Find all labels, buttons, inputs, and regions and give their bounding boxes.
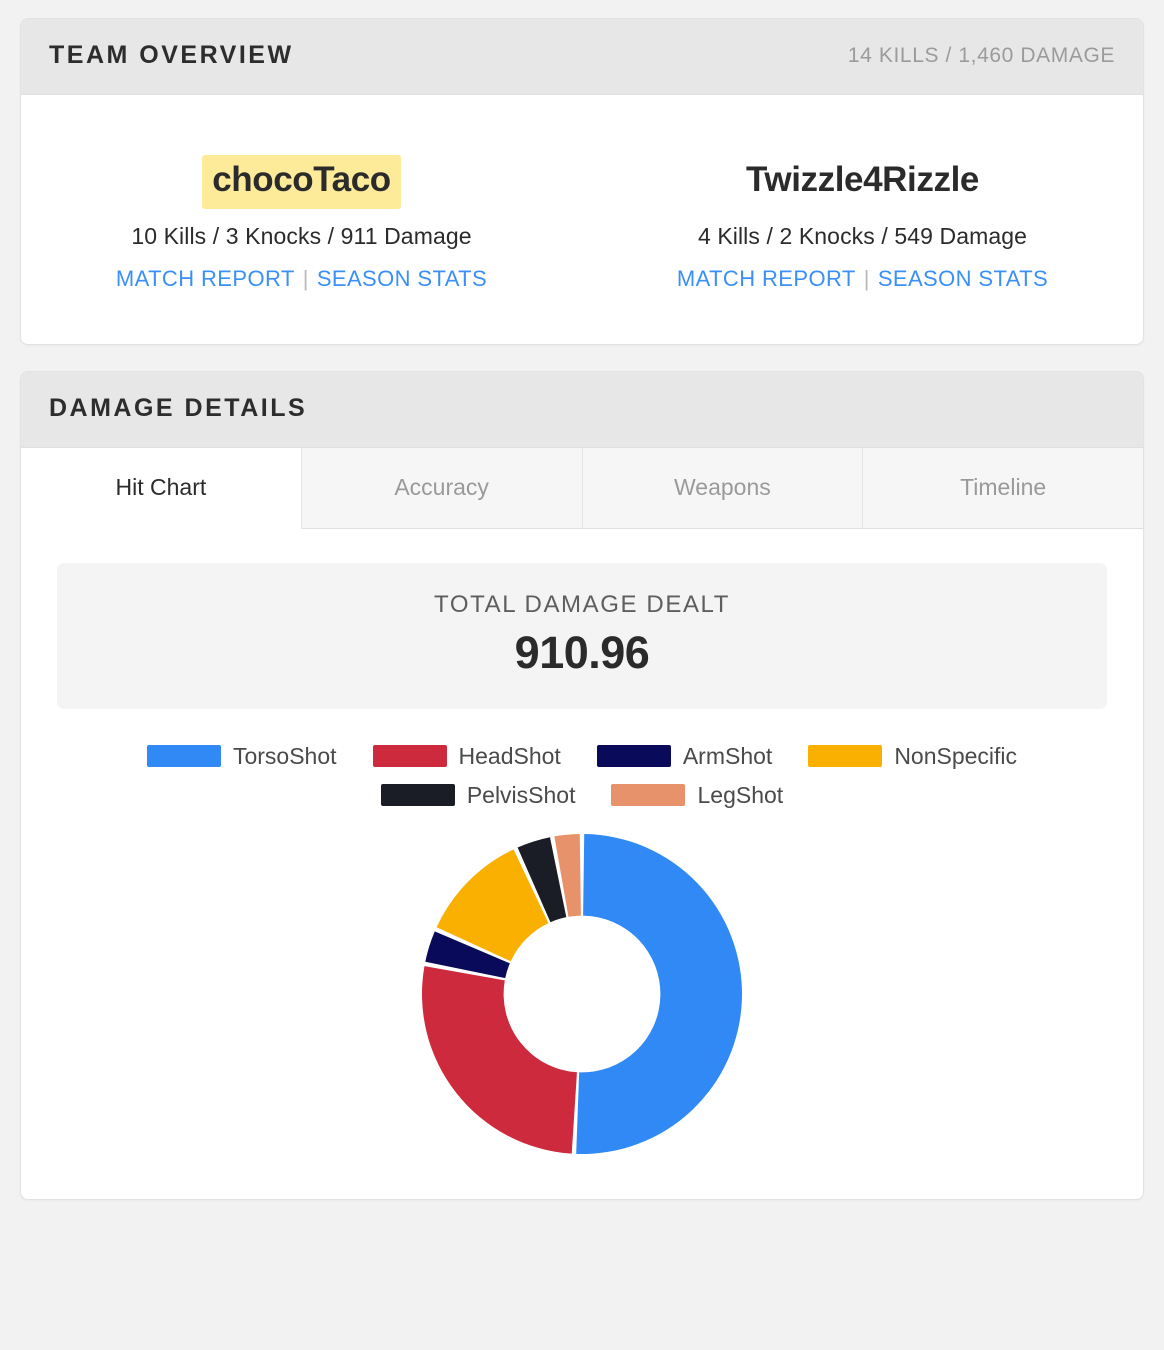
- player-name-wrap-1: chocoTaco: [45, 155, 558, 209]
- damage-details-header: DAMAGE DETAILS: [21, 371, 1143, 448]
- legend-row-2: PelvisShot LegShot: [132, 776, 1032, 815]
- team-overview-header: TEAM OVERVIEW 14 KILLS / 1,460 DAMAGE: [21, 19, 1143, 95]
- match-report-link-2[interactable]: MATCH REPORT: [677, 266, 856, 291]
- hit-chart-panel: TOTAL DAMAGE DEALT 910.96 TorsoShot Head…: [21, 528, 1143, 1199]
- legend-label-armshot: ArmShot: [682, 742, 773, 769]
- match-report-link-1[interactable]: MATCH REPORT: [116, 266, 295, 291]
- player-stats-2: 4 Kills / 2 Knocks / 549 Damage: [697, 222, 1028, 249]
- tab-accuracy[interactable]: Accuracy: [301, 447, 583, 528]
- damage-donut-chart: [422, 833, 743, 1154]
- legend-item-armshot[interactable]: ArmShot: [596, 742, 773, 770]
- legend-swatch-legshot-icon: [611, 784, 686, 807]
- legend-swatch-torsoshot-icon: [146, 745, 221, 768]
- legend-label-nonspecific: NonSpecific: [894, 742, 1018, 769]
- player-card-1: chocoTaco 10 Kills / 3 Knocks / 911 Dama…: [21, 155, 582, 292]
- legend-label-headshot: HeadShot: [458, 742, 561, 769]
- team-overview-card: TEAM OVERVIEW 14 KILLS / 1,460 DAMAGE ch…: [20, 18, 1144, 345]
- page-root: TEAM OVERVIEW 14 KILLS / 1,460 DAMAGE ch…: [0, 0, 1164, 1200]
- legend-row-1: TorsoShot HeadShot ArmShot NonSpecific: [132, 737, 1032, 776]
- season-stats-link-1[interactable]: SEASON STATS: [317, 266, 487, 291]
- player-links-2: MATCH REPORT | SEASON STATS: [606, 266, 1119, 292]
- tab-timeline[interactable]: Timeline: [863, 447, 1143, 528]
- player-stats-1: 10 Kills / 3 Knocks / 911 Damage: [131, 222, 472, 249]
- season-stats-link-2[interactable]: SEASON STATS: [878, 266, 1048, 291]
- legend-swatch-pelvisshot-icon: [380, 784, 455, 807]
- total-damage-value: 910.96: [514, 626, 650, 678]
- legend-label-torsoshot: TorsoShot: [232, 742, 337, 769]
- player-list: chocoTaco 10 Kills / 3 Knocks / 911 Dama…: [21, 95, 1143, 344]
- player-name-1: chocoTaco: [202, 155, 401, 209]
- total-damage-label: TOTAL DAMAGE DEALT: [434, 590, 730, 618]
- damage-details-card: DAMAGE DETAILS Hit Chart Accuracy Weapon…: [20, 370, 1144, 1200]
- legend-swatch-armshot-icon: [596, 745, 671, 768]
- player-name-2: Twizzle4Rizzle: [746, 160, 979, 199]
- tab-weapons[interactable]: Weapons: [582, 447, 864, 528]
- legend-item-headshot[interactable]: HeadShot: [372, 742, 561, 770]
- legend-item-nonspecific[interactable]: NonSpecific: [808, 743, 1017, 770]
- player-card-2: Twizzle4Rizzle 4 Kills / 2 Knocks / 549 …: [582, 155, 1143, 292]
- player-name-wrap-2: Twizzle4Rizzle: [606, 155, 1119, 209]
- link-separator-2: |: [863, 265, 870, 291]
- chart-legend: TorsoShot HeadShot ArmShot NonSpecific P…: [132, 737, 1032, 815]
- page-title: TEAM OVERVIEW: [49, 41, 294, 69]
- total-damage-box: TOTAL DAMAGE DEALT 910.96: [57, 562, 1107, 709]
- link-separator-1: |: [302, 265, 309, 291]
- damage-details-tabs: Hit Chart Accuracy Weapons Timeline: [21, 447, 1143, 529]
- tab-hit-chart[interactable]: Hit Chart: [21, 447, 302, 529]
- legend-swatch-nonspecific-icon: [808, 745, 883, 768]
- legend-item-legshot[interactable]: LegShot: [611, 782, 783, 809]
- donut-slice-torsoshot[interactable]: [576, 833, 743, 1154]
- donut-slice-headshot[interactable]: [422, 965, 577, 1154]
- donut-chart-wrap: [57, 829, 1107, 1159]
- legend-label-pelvisshot: PelvisShot: [466, 781, 576, 808]
- legend-swatch-headshot-icon: [372, 745, 447, 768]
- legend-label-legshot: LegShot: [697, 781, 784, 808]
- legend-item-torsoshot[interactable]: TorsoShot: [146, 742, 337, 770]
- team-summary-stats: 14 KILLS / 1,460 DAMAGE: [847, 43, 1115, 67]
- legend-item-pelvisshot[interactable]: PelvisShot: [380, 781, 576, 809]
- player-links-1: MATCH REPORT | SEASON STATS: [45, 266, 558, 292]
- damage-details-title: DAMAGE DETAILS: [49, 393, 308, 422]
